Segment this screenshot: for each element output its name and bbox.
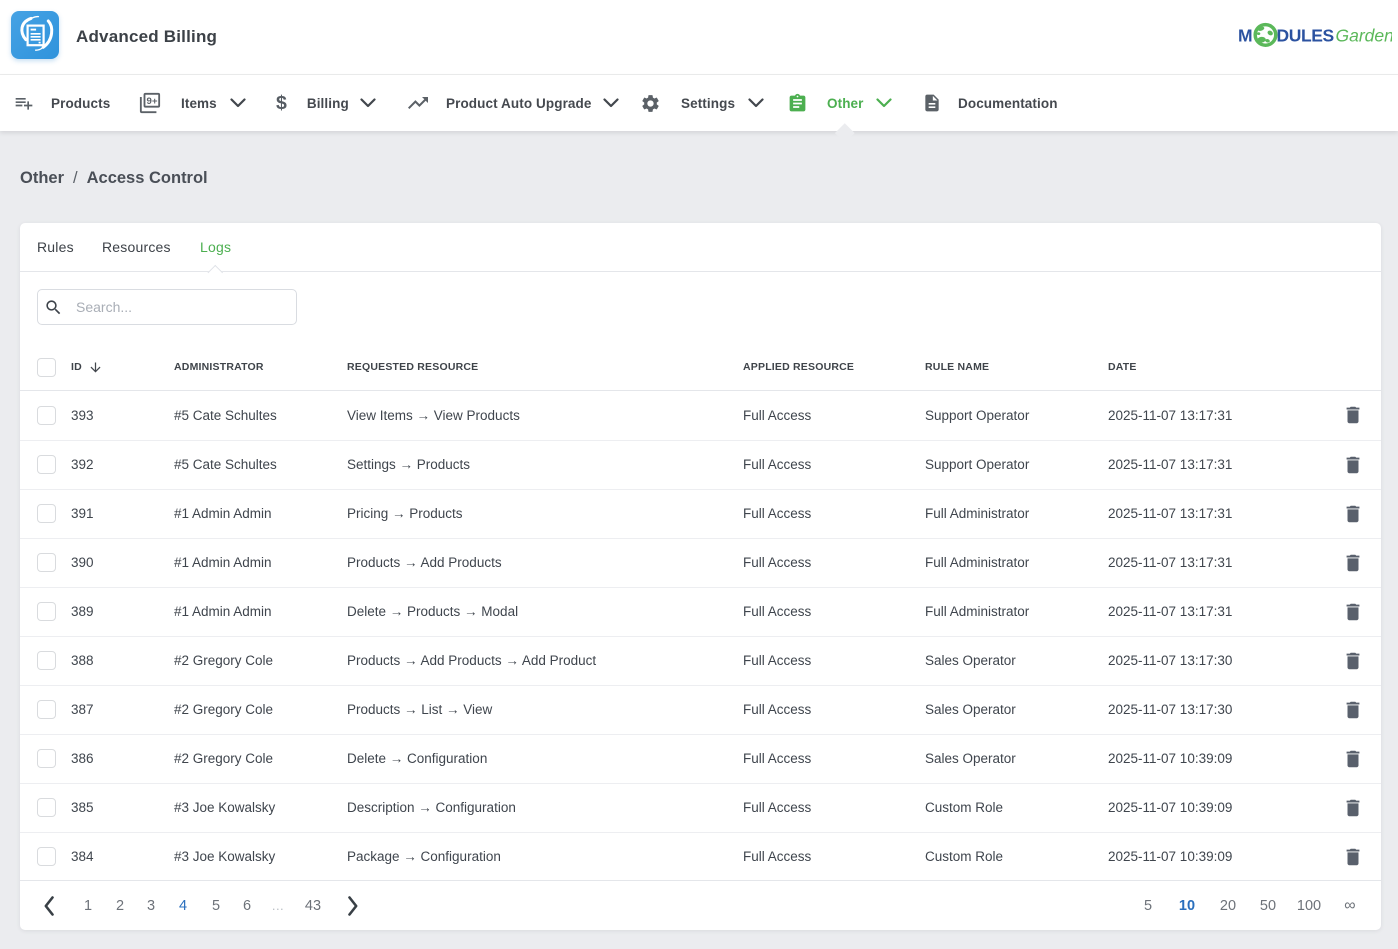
svg-text:9+: 9+ <box>147 96 158 107</box>
svg-text:Garden: Garden <box>1336 26 1393 46</box>
svg-text:DULES: DULES <box>1277 26 1334 46</box>
svg-text:M: M <box>1238 26 1252 46</box>
